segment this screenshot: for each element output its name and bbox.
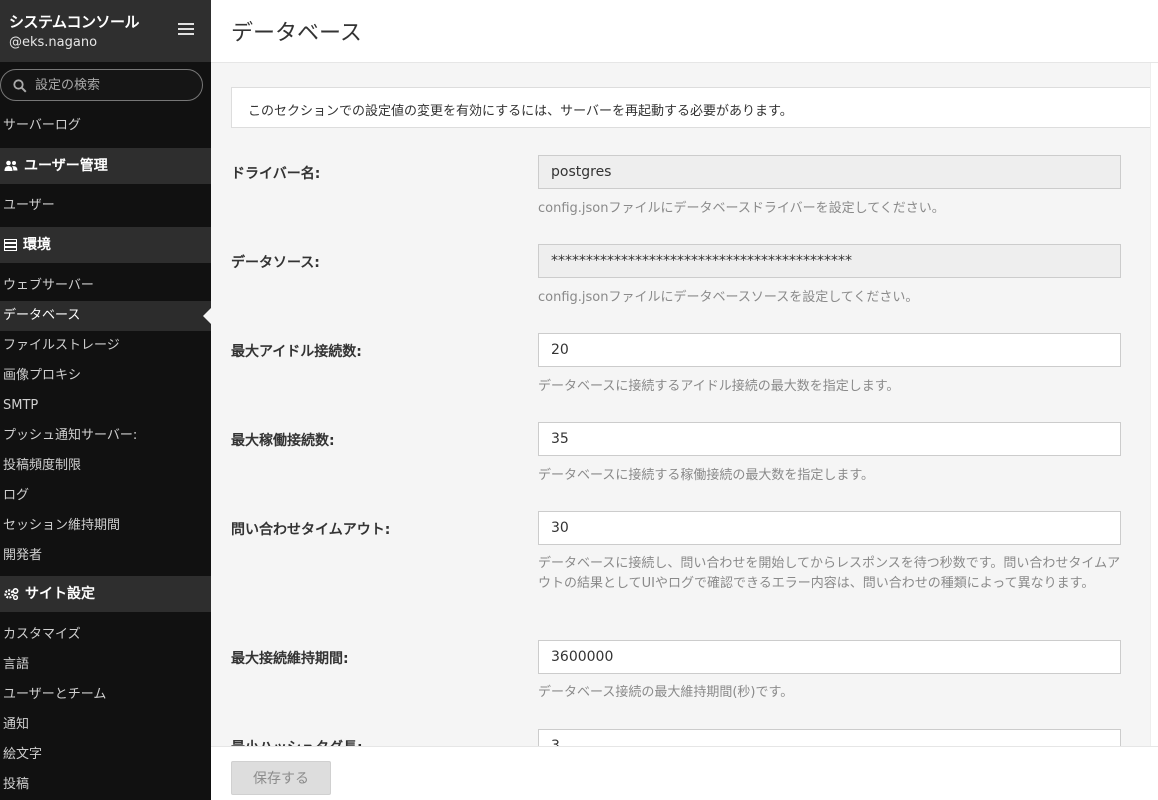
field-help: config.jsonファイルにデータベースドライバーを設定してください。 (538, 201, 945, 216)
search-icon (13, 79, 27, 93)
section-user-management: ユーザー管理 (0, 148, 211, 184)
sidebar-item-session-length[interactable]: セッション維持期間 (0, 511, 211, 541)
sidebar-item-rate-limiting[interactable]: 投稿頻度制限 (0, 451, 211, 481)
section-site-settings: サイト設定 (0, 576, 211, 612)
sidebar-item-image-proxy[interactable]: 画像プロキシ (0, 361, 211, 391)
sidebar-item-emoji[interactable]: 絵文字 (0, 740, 211, 770)
field-label: ドライバー名: (231, 166, 321, 182)
sidebar-item-localization[interactable]: 言語 (0, 650, 211, 680)
conn-max-lifetime-input[interactable] (538, 640, 1121, 674)
field-label: 最大アイドル接続数: (231, 344, 362, 360)
field-help: データベースに接続する稼働接続の最大数を指定します。 (538, 468, 875, 483)
page-title: データベース (231, 21, 362, 46)
field-help: データベース接続の最大維持期間(秒)です。 (538, 685, 794, 700)
section-title: ユーザー管理 (24, 158, 108, 174)
sidebar-item-database[interactable]: データベース (0, 301, 211, 331)
max-open-conns-input[interactable] (538, 422, 1121, 456)
settings-content: このセクションでの設定値の変更を有効にするには、サーバーを再起動する必要がありま… (231, 87, 1151, 763)
sidebar-header: システムコンソール @eks.nagano (0, 0, 211, 62)
page-header: データベース (211, 0, 1158, 63)
sidebar-item-developer[interactable]: 開発者 (0, 541, 211, 571)
users-icon (4, 160, 18, 171)
sidebar-item-smtp[interactable]: SMTP (0, 391, 211, 421)
save-button[interactable]: 保存する (231, 761, 331, 795)
sidebar-item-web-server[interactable]: ウェブサーバー (0, 271, 211, 301)
sidebar-item-notifications[interactable]: 通知 (0, 710, 211, 740)
settings-search[interactable] (0, 69, 203, 101)
sidebar-item-logging[interactable]: ログ (0, 481, 211, 511)
sidebar-item-users[interactable]: ユーザー (0, 191, 211, 221)
data-source-input[interactable] (538, 244, 1121, 278)
field-label: データソース: (231, 255, 320, 271)
field-label: 問い合わせタイムアウト: (231, 522, 391, 538)
section-title: 環境 (23, 237, 51, 253)
max-idle-conns-input[interactable] (538, 333, 1121, 367)
sidebar-item-users-and-teams[interactable]: ユーザーとチーム (0, 680, 211, 710)
field-help: config.jsonファイルにデータベースソースを設定してください。 (538, 290, 919, 305)
menu-icon[interactable] (178, 23, 194, 35)
query-timeout-input[interactable] (538, 511, 1121, 545)
sidebar-item-customization[interactable]: カスタマイズ (0, 620, 211, 650)
sidebar-item-posts[interactable]: 投稿 (0, 770, 211, 800)
username: @eks.nagano (9, 35, 98, 50)
search-input[interactable] (35, 75, 185, 95)
section-environment: 環境 (0, 227, 211, 263)
restart-notice: このセクションでの設定値の変更を有効にするには、サーバーを再起動する必要がありま… (231, 87, 1151, 128)
sidebar-item-push-notification[interactable]: プッシュ通知サーバー: (0, 421, 211, 451)
scrollbar[interactable] (1150, 63, 1158, 746)
save-footer: 保存する (211, 746, 1158, 800)
field-label: 最大稼働接続数: (231, 433, 335, 449)
driver-name-input[interactable] (538, 155, 1121, 189)
sidebar: システムコンソール @eks.nagano サーバーログ ユーザー管理 ユーザー… (0, 0, 211, 800)
field-label: 最大接続維持期間: (231, 651, 349, 667)
field-help: データベースに接続するアイドル接続の最大数を指定します。 (538, 379, 900, 394)
section-title: サイト設定 (25, 586, 95, 602)
gears-icon (4, 588, 19, 600)
sidebar-item-file-storage[interactable]: ファイルストレージ (0, 331, 211, 361)
sidebar-item-server-log[interactable]: サーバーログ (0, 111, 211, 141)
server-icon (4, 239, 17, 251)
field-help: データベースに接続し、問い合わせを開始してからレスポンスを待つ秒数です。問い合わ… (538, 556, 1121, 591)
main-panel: データベース このセクションでの設定値の変更を有効にするには、サーバーを再起動す… (211, 0, 1158, 800)
